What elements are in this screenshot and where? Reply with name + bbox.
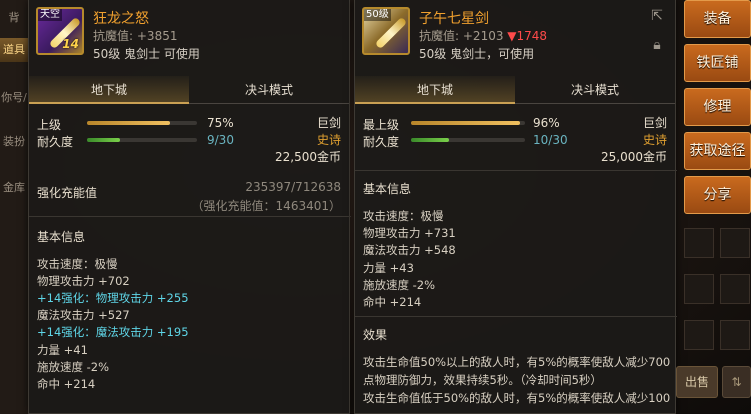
stat-line: 命中 +214 <box>37 377 96 391</box>
effect-title: 效果 <box>363 328 388 342</box>
enhance-value: 235397/712638 <box>245 180 341 194</box>
inventory-slot[interactable] <box>720 320 750 350</box>
tab-account[interactable]: 你号/ <box>0 88 28 108</box>
item-type: 巨剑 <box>316 116 341 130</box>
grade-label: 最上级 <box>363 118 400 132</box>
inventory-slot[interactable] <box>720 274 750 304</box>
durability-bar <box>87 138 197 142</box>
stat-line: 施放速度 -2% <box>363 278 436 292</box>
grade-label: 上级 <box>37 118 62 132</box>
inventory-slot[interactable] <box>684 320 714 350</box>
stat-line: 物理攻击力 +731 <box>363 226 456 240</box>
tab-dungeon[interactable]: 地下城 <box>29 76 189 104</box>
resist-value: 抗魔值: +3851 <box>93 29 178 43</box>
inventory-slot[interactable] <box>720 228 750 258</box>
grade-percent: 96% <box>533 116 560 130</box>
stat-line: 攻击速度：极慢 <box>37 257 118 271</box>
rarity: 史诗 <box>642 133 667 147</box>
durability-bar <box>411 138 525 142</box>
effect-line: 攻击生命值低于50%的敌人时，有5%的概率使敌人减少100 <box>363 391 671 405</box>
stat-line: 魔法攻击力 +527 <box>37 308 130 322</box>
item-tag: 50级 <box>364 9 391 21</box>
stat-line: 命中 +214 <box>363 295 422 309</box>
inventory-slot[interactable] <box>684 228 714 258</box>
rarity: 史诗 <box>316 133 341 147</box>
equip-button[interactable]: 装备 <box>684 0 751 38</box>
share-button[interactable]: 分享 <box>684 176 751 214</box>
lock-icon[interactable]: 🔒︎ <box>649 38 665 52</box>
obtain-route-button[interactable]: 获取途径 <box>684 132 751 170</box>
tab-vault[interactable]: 金库 <box>0 178 28 198</box>
item-tag: 天空 <box>38 9 62 21</box>
resist-delta: ▼1748 <box>507 29 548 43</box>
tab-dungeon[interactable]: 地下城 <box>355 76 515 104</box>
durability-label: 耐久度 <box>37 135 74 149</box>
inventory-slots <box>684 228 751 358</box>
effect-line: 攻击生命值50%以上的敌人时，有5%的概率使敌人减少700 <box>363 355 671 369</box>
divider <box>355 316 677 317</box>
stat-line: 施放速度 -2% <box>37 360 110 374</box>
grade-bar <box>87 121 197 125</box>
durability-value: 10/30 <box>533 133 568 147</box>
compare-item-tooltip: 50级 子午七星剑 抗魔值: +2103 ▼1748 50级 鬼剑士，可使用 ⇱… <box>354 0 677 414</box>
basic-info-title: 基本信息 <box>37 230 86 244</box>
item-name: 子午七星剑 <box>419 11 489 27</box>
share-out-icon[interactable]: ⇱ <box>649 9 665 23</box>
tab-pvp[interactable]: 决斗模式 <box>515 76 675 104</box>
stat-line: 力量 +41 <box>37 343 88 357</box>
mode-tabs: 地下城 决斗模式 <box>355 76 675 104</box>
grade-percent: 75% <box>207 116 234 130</box>
tab-items[interactable]: 道具 <box>0 38 28 62</box>
stat-line: 攻击速度：极慢 <box>363 209 444 223</box>
mode-tabs: 地下城 决斗模式 <box>29 76 349 104</box>
tab-outfit[interactable]: 装扮 <box>0 132 28 152</box>
grade-bar <box>411 121 525 125</box>
item-icon: 50级 <box>362 7 410 55</box>
durability-label: 耐久度 <box>363 135 400 149</box>
sell-button[interactable]: 出售 <box>676 366 718 398</box>
item-header: 天空 14 狂龙之怒 抗魔值: +3851 50级 鬼剑士 可使用 <box>29 0 349 68</box>
stat-line: 物理攻击力 +702 <box>37 274 130 288</box>
item-header: 50级 子午七星剑 抗魔值: +2103 ▼1748 50级 鬼剑士，可使用 ⇱… <box>355 0 675 68</box>
item-icon: 天空 14 <box>36 7 84 55</box>
divider <box>29 216 351 217</box>
resist-value: 抗魔值: +2103 ▼1748 <box>419 29 548 43</box>
repair-button[interactable]: 修理 <box>684 88 751 126</box>
stat-line-enhance: +14强化：物理攻击力 +255 <box>37 291 189 305</box>
inventory-slot[interactable] <box>684 274 714 304</box>
stat-line: 魔法攻击力 +548 <box>363 243 456 257</box>
usable-text: 50级 鬼剑士 可使用 <box>93 47 200 61</box>
usable-text: 50级 鬼剑士，可使用 <box>419 47 535 61</box>
divider <box>355 170 677 171</box>
tab-pvp[interactable]: 决斗模式 <box>189 76 349 104</box>
stat-line-enhance: +14强化：魔法攻击力 +195 <box>37 325 189 339</box>
enhance-level: 14 <box>62 37 79 51</box>
tab-top[interactable]: 背 <box>0 8 28 28</box>
item-name: 狂龙之怒 <box>93 11 149 27</box>
blacksmith-button[interactable]: 铁匠铺 <box>684 44 751 82</box>
equipped-item-tooltip: 天空 14 狂龙之怒 抗魔值: +3851 50级 鬼剑士 可使用 地下城 决斗… <box>28 0 351 414</box>
effect-line: 点物理防御力，效果持续5秒。（冷却时间5秒） <box>363 373 602 387</box>
price: 22,500金币 <box>275 150 341 164</box>
sort-icon[interactable]: ⇅ <box>722 366 751 398</box>
stat-line: 力量 +43 <box>363 261 414 275</box>
sword-icon <box>374 16 408 50</box>
durability-value: 9/30 <box>207 133 234 147</box>
price: 25,000金币 <box>601 150 667 164</box>
enhance-sub: （强化充能值：1463401） <box>191 199 341 213</box>
inventory-side-tabs: 背 道具 你号/ 装扮 金库 <box>0 0 28 414</box>
basic-info-title: 基本信息 <box>363 182 412 196</box>
item-type: 巨剑 <box>642 116 667 130</box>
enhance-label: 强化充能值 <box>37 186 98 200</box>
